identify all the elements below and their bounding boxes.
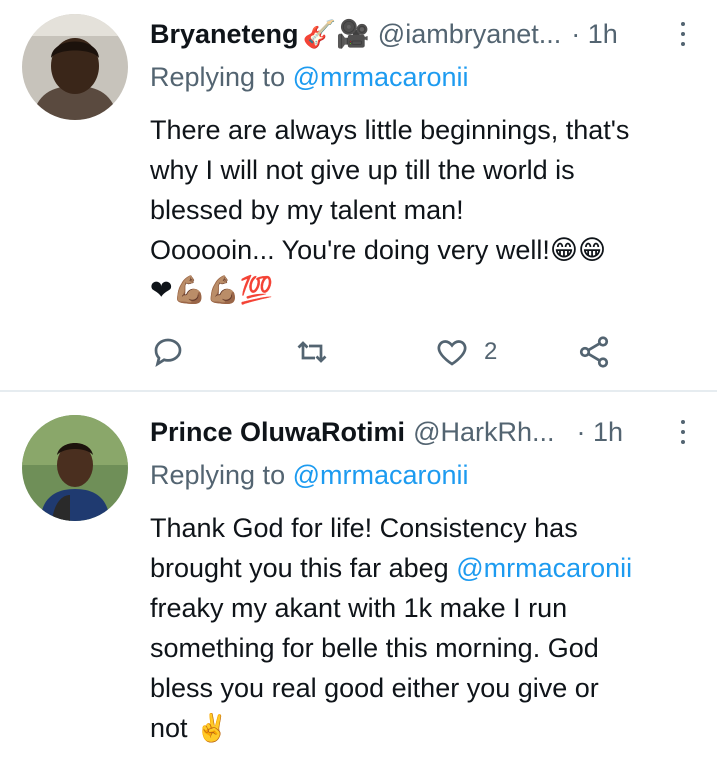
replying-mention[interactable]: @mrmacaronii [293, 460, 469, 490]
tweet-text-line: bless you real good either you give or [150, 673, 599, 703]
tweet-text-segment: brought you this far abeg [150, 553, 457, 583]
tweet-text: Thank God for life! Consistency has brou… [150, 508, 700, 748]
tweet-text-line: brought you this far abeg @mrmacaronii [150, 548, 700, 588]
tweet-header: Prince OluwaRotimi @HarkRh... · 1h [150, 412, 677, 452]
tweet-2[interactable]: Prince OluwaRotimi @HarkRh... · 1h Reply… [0, 0, 717, 775]
tweet-text-line: freaky my akant with 1k make I run [150, 593, 568, 623]
tweet-text-line: not ✌️ [150, 713, 229, 743]
inline-mention[interactable]: @mrmacaronii [456, 553, 632, 583]
tweet-text-line: something for belle this morning. God [150, 633, 599, 663]
author-handle[interactable]: @HarkRh... [413, 417, 554, 448]
replying-to: Replying to @mrmacaronii [150, 460, 469, 491]
timestamp[interactable]: · 1h [577, 417, 624, 448]
more-options-icon[interactable] [673, 412, 693, 452]
author-name[interactable]: Prince OluwaRotimi [150, 417, 405, 448]
replying-prefix: Replying to [150, 460, 286, 490]
tweet-text-line: Thank God for life! Consistency has [150, 513, 578, 543]
